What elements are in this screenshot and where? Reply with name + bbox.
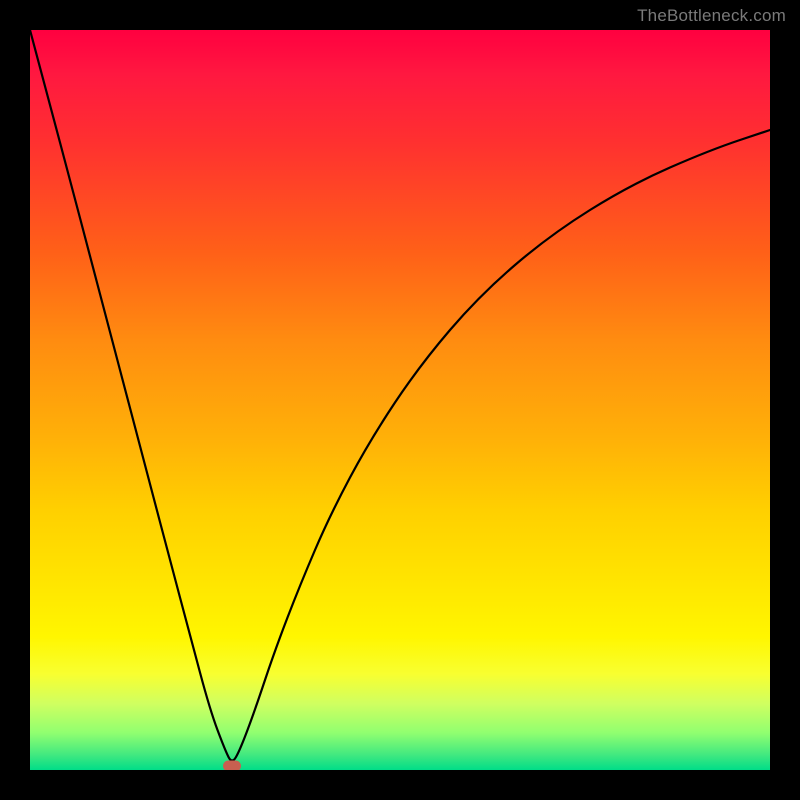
- watermark-text: TheBottleneck.com: [637, 6, 786, 26]
- bottleneck-point-marker: [223, 761, 241, 771]
- chart-frame: TheBottleneck.com: [0, 0, 800, 800]
- curve-layer: [30, 30, 770, 770]
- plot-area: [30, 30, 770, 770]
- bottleneck-curve: [30, 30, 770, 761]
